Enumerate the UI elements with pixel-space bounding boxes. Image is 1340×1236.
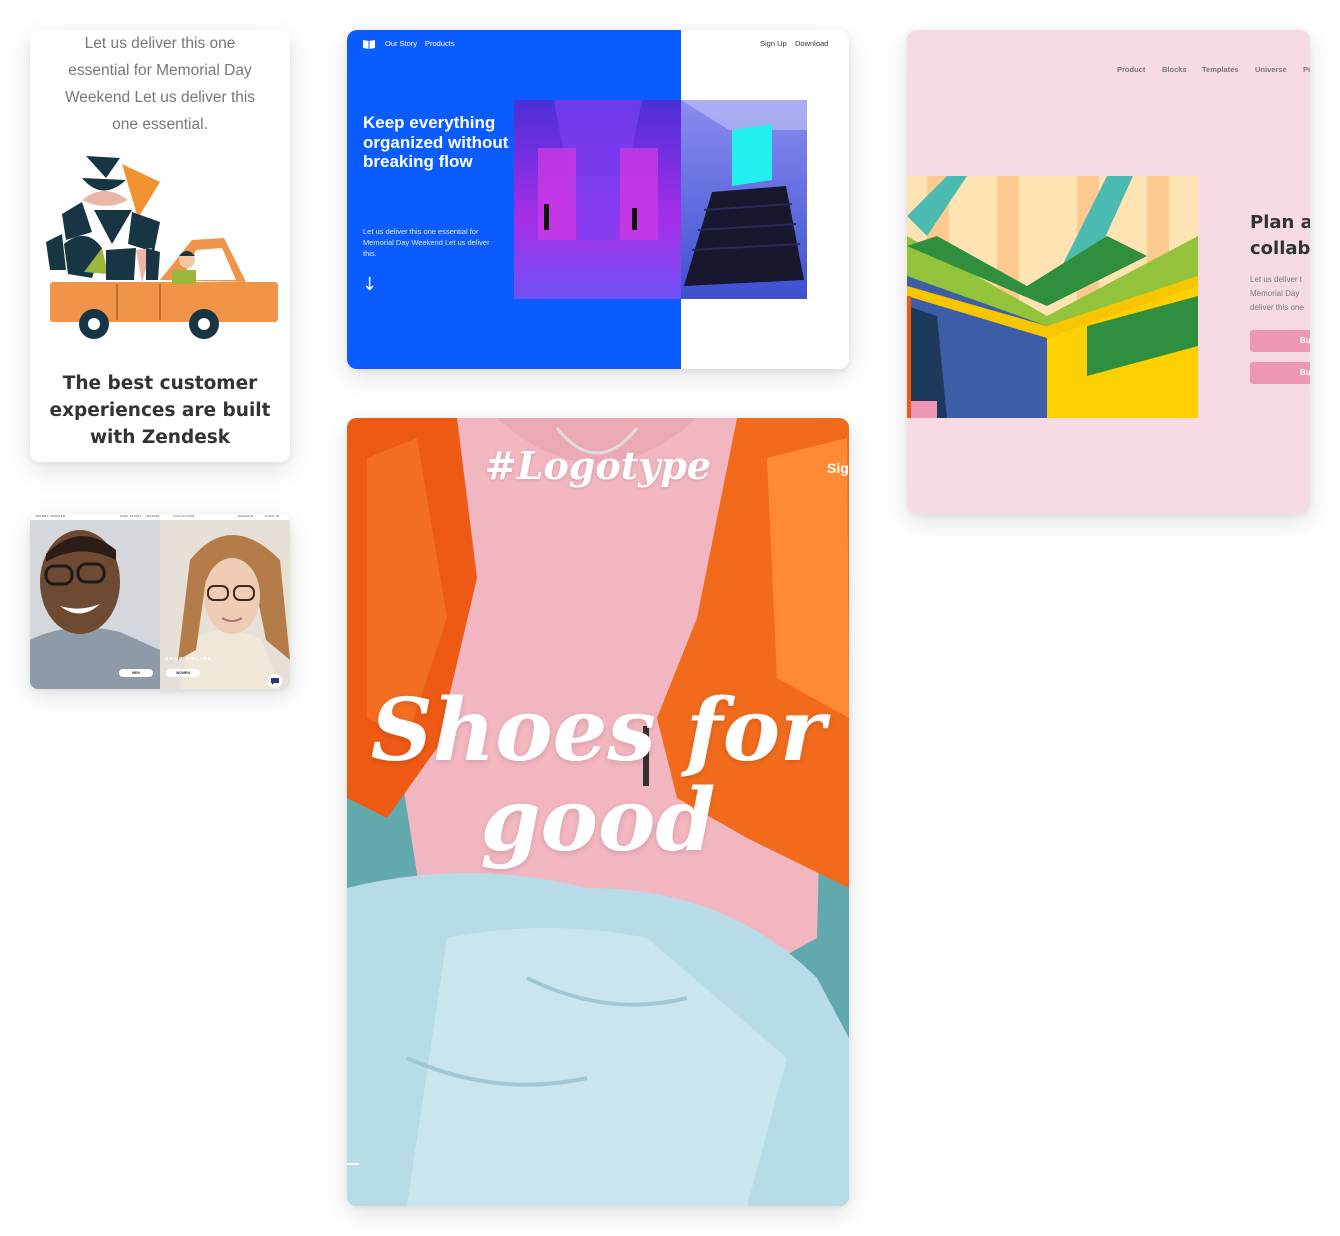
body-line-1: Let us deliver t bbox=[1250, 275, 1303, 284]
search-link[interactable]: SEARCH bbox=[238, 514, 254, 518]
zendesk-template-card[interactable]: Let us deliver this one essential for Me… bbox=[30, 30, 290, 462]
headline: Keep everything organized without breaki… bbox=[363, 113, 509, 171]
productivity-template-card[interactable]: Our Story Products Sign Up Download Keep… bbox=[347, 30, 849, 369]
delivery-truck-illustration bbox=[46, 156, 278, 339]
chat-icon bbox=[271, 677, 279, 685]
shop-online-label: SHOP ONLINE bbox=[165, 656, 213, 661]
headline-line-1: Plan ar bbox=[1250, 212, 1310, 233]
secondary-button[interactable]: Bu bbox=[1250, 362, 1310, 384]
body-line-3: deliver this one bbox=[1250, 303, 1304, 312]
nav-download[interactable]: Download bbox=[795, 39, 828, 48]
nav-our-story[interactable]: OUR STORY bbox=[120, 514, 142, 518]
body-text: Let us deliver this one essential for Me… bbox=[363, 227, 490, 258]
chat-button[interactable] bbox=[268, 674, 282, 688]
body-text: Let us deliver t Memorial Day deliver th… bbox=[1250, 273, 1310, 315]
headline: Plan ar collabo bbox=[1250, 210, 1310, 262]
warby-template-card[interactable]: WARBY PARKER OUR STORY EXAMS LOCATIONS S… bbox=[30, 514, 290, 689]
signin-link[interactable]: SIGN IN bbox=[265, 514, 280, 518]
logotype[interactable]: #Logotype bbox=[347, 443, 849, 488]
nav-templates[interactable]: Templates bbox=[1202, 65, 1239, 74]
isometric-art-image bbox=[907, 176, 1198, 418]
women-button[interactable]: WOMEN bbox=[166, 669, 200, 677]
arrow-down-icon[interactable]: ↓ bbox=[362, 274, 377, 295]
nav-sign-up[interactable]: Sign Up bbox=[760, 39, 787, 48]
primary-button[interactable]: Bu bbox=[1250, 330, 1310, 352]
signin-link[interactable]: Sign bbox=[827, 460, 849, 476]
slide-indicator[interactable] bbox=[347, 1163, 359, 1165]
nav-universe[interactable]: Universe bbox=[1255, 65, 1287, 74]
book-icon[interactable] bbox=[363, 39, 375, 49]
intro-text: Let us deliver this one essential for Me… bbox=[64, 35, 256, 133]
nav-product[interactable]: Product bbox=[1117, 65, 1145, 74]
nav-our-story[interactable]: Our Story bbox=[385, 39, 417, 48]
nav-blocks[interactable]: Blocks bbox=[1162, 65, 1187, 74]
headline: The best customer experiences are built … bbox=[49, 373, 271, 448]
hero-heading: Shoes for good bbox=[370, 680, 826, 871]
brand-logo[interactable]: WARBY PARKER bbox=[36, 514, 66, 518]
men-button[interactable]: MEN bbox=[119, 669, 153, 677]
shoes-template-card[interactable]: #Logotype Sign Shoes for good bbox=[347, 418, 849, 1206]
nav-pricing[interactable]: Pr bbox=[1303, 65, 1310, 74]
nav-products[interactable]: Products bbox=[425, 39, 455, 48]
nav-exams[interactable]: EXAMS bbox=[147, 514, 160, 518]
planning-template-card[interactable]: Product Blocks Templates Universe Pr Pla… bbox=[907, 30, 1310, 514]
gallery-art-image bbox=[514, 100, 807, 299]
headline-line-2: collabo bbox=[1250, 238, 1310, 259]
body-line-2: Memorial Day bbox=[1250, 289, 1300, 298]
hero-photos bbox=[30, 520, 290, 689]
nav-locations[interactable]: LOCATIONS bbox=[173, 514, 195, 518]
